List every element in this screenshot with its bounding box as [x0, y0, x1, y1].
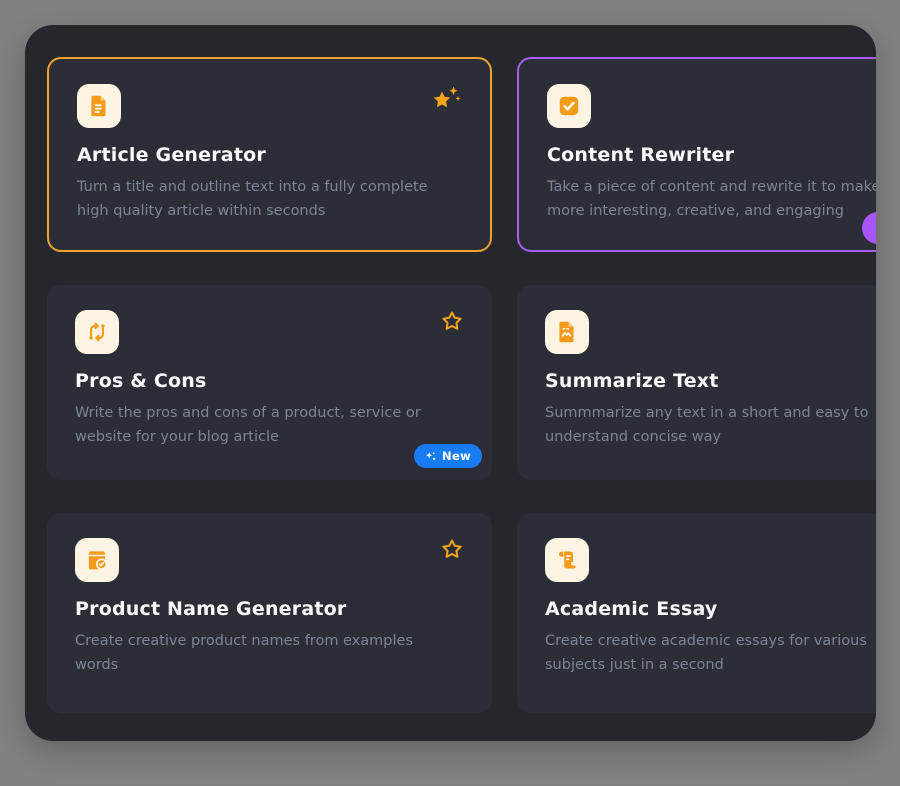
card-description: Take a piece of content and rewrite it t… [547, 175, 876, 223]
tool-card-pros-and-cons[interactable]: Pros & Cons Write the pros and cons of a… [47, 285, 492, 480]
card-title: Article Generator [77, 144, 462, 166]
card-title: Product Name Generator [75, 598, 464, 620]
card-description: Write the pros and cons of a product, se… [75, 401, 464, 449]
tools-grid: Article Generator Turn a title and outli… [47, 57, 876, 713]
document-icon [86, 93, 112, 119]
tool-card-article-generator[interactable]: Article Generator Turn a title and outli… [47, 57, 492, 252]
icon-tile [545, 310, 589, 354]
tool-card-summarize-text[interactable]: Summarize Text Summmarize any text in a … [517, 285, 876, 480]
card-title: Content Rewriter [547, 144, 876, 166]
card-title: Academic Essay [545, 598, 876, 620]
tool-card-content-rewriter[interactable]: Content Rewriter Take a piece of content… [517, 57, 876, 252]
scroll-icon [554, 547, 580, 573]
card-description: Turn a title and outline text into a ful… [77, 175, 462, 223]
favorite-outline-star-icon[interactable] [440, 537, 464, 561]
icon-tile [545, 538, 589, 582]
card-description: Create creative academic essays for vari… [545, 629, 876, 677]
card-description: Create creative product names from examp… [75, 629, 464, 677]
favorite-sparkle-star-icon[interactable] [430, 83, 462, 115]
favorite-outline-star-icon[interactable] [440, 309, 464, 333]
card-title: Pros & Cons [75, 370, 464, 392]
swap-arrows-icon [84, 319, 110, 345]
icon-tile [75, 538, 119, 582]
tools-panel: Article Generator Turn a title and outli… [25, 25, 876, 741]
tool-card-product-name-generator[interactable]: Product Name Generator Create creative p… [47, 513, 492, 713]
icon-tile [547, 84, 591, 128]
checkbox-icon [556, 93, 582, 119]
icon-tile [75, 310, 119, 354]
icon-tile [77, 84, 121, 128]
product-box-icon [84, 547, 110, 573]
card-description: Summmarize any text in a short and easy … [545, 401, 876, 449]
card-title: Summarize Text [545, 370, 876, 392]
new-badge: New [414, 444, 482, 468]
tool-card-academic-essay[interactable]: Academic Essay Create creative academic … [517, 513, 876, 713]
sparkle-icon [425, 451, 436, 462]
new-badge-label: New [442, 449, 471, 463]
summary-document-icon [554, 319, 580, 345]
